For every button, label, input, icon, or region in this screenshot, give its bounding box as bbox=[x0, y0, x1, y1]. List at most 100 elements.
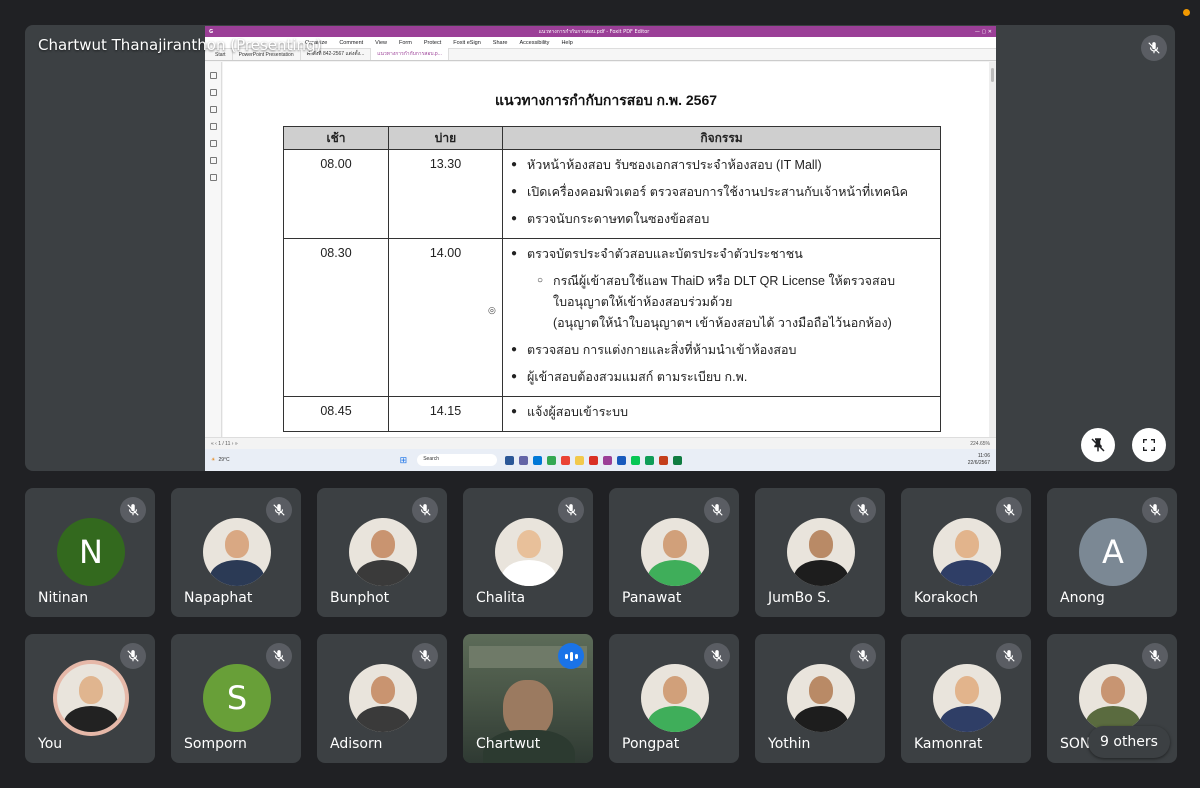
participant-tile[interactable]: Kamonrat bbox=[901, 634, 1031, 763]
page-nav-icon: « ‹ bbox=[211, 440, 219, 447]
weather-icon: ☀ bbox=[211, 457, 216, 463]
participant-name: Napaphat bbox=[184, 590, 253, 606]
participant-tile[interactable]: JumBo S. bbox=[755, 488, 885, 617]
participant-name: Somporn bbox=[184, 736, 247, 752]
menu-item: Accessibility bbox=[519, 39, 550, 46]
activity-cell: หัวหน้าห้องสอบ รับซองเอกสารประจำห้องสอบ … bbox=[502, 149, 941, 239]
shared-screen: G แนวทางการกำกับการสอบ.pdf - Foxit PDF E… bbox=[205, 26, 996, 471]
presenter-mic-muted-icon bbox=[1141, 35, 1167, 61]
menu-item: Form bbox=[399, 39, 412, 46]
participant-name: Nitinan bbox=[38, 590, 89, 606]
app-icon bbox=[617, 455, 627, 465]
mic-muted-icon bbox=[704, 497, 730, 523]
attachment-icon bbox=[209, 123, 217, 130]
doc-tab-active: แนวทางการกำกับการสอบ.p... bbox=[371, 48, 449, 60]
participant-name: Yothin bbox=[768, 736, 811, 752]
app-icon bbox=[659, 455, 669, 465]
participant-tile[interactable]: Bunphot bbox=[317, 488, 447, 617]
mic-muted-icon bbox=[558, 497, 584, 523]
activity-item: ตรวจสอบ การแต่งกายและสิ่งที่ห้ามนำเข้าห้… bbox=[511, 342, 940, 358]
table-row: 08.45 14.15 แจ้งผู้สอบเข้าระบบ bbox=[283, 396, 941, 432]
unpin-icon bbox=[1091, 438, 1105, 452]
unpin-button[interactable] bbox=[1081, 428, 1115, 462]
page-nav-icon: › » bbox=[230, 440, 238, 447]
fullscreen-button[interactable] bbox=[1132, 428, 1166, 462]
participant-tile[interactable]: Chartwut bbox=[463, 634, 593, 763]
others-button[interactable]: 9 others bbox=[1088, 726, 1170, 758]
scroll-thumb bbox=[991, 68, 994, 82]
menu-item: Comment bbox=[339, 39, 364, 46]
avatar: A bbox=[1079, 518, 1147, 586]
mic-muted-icon bbox=[996, 643, 1022, 669]
participant-tile[interactable]: Pongpat bbox=[609, 634, 739, 763]
weather-temp: 29°C bbox=[218, 457, 230, 463]
mic-muted-icon bbox=[1142, 497, 1168, 523]
presentation-tile[interactable]: Chartwut Thanajiranthon (Presenting) G แ… bbox=[25, 25, 1175, 471]
clock-time: 11:06 bbox=[977, 453, 990, 459]
mic-muted-icon bbox=[1142, 643, 1168, 669]
participant-name: Bunphot bbox=[330, 590, 390, 606]
presenter-name: Chartwut Thanajiranthon (Presenting) bbox=[38, 36, 322, 54]
participant-tile[interactable]: You bbox=[25, 634, 155, 763]
participant-name: Chartwut bbox=[476, 736, 541, 752]
participant-name: Panawat bbox=[622, 590, 682, 606]
menu-item: Protect bbox=[423, 39, 442, 46]
activity-item: หัวหน้าห้องสอบ รับซองเอกสารประจำห้องสอบ … bbox=[511, 157, 940, 173]
participant-tile[interactable]: Adisorn bbox=[317, 634, 447, 763]
avatar bbox=[349, 664, 417, 732]
recording-indicator bbox=[1183, 9, 1190, 16]
table-row: 08.00 13.30 หัวหน้าห้องสอบ รับซองเอกสารป… bbox=[283, 149, 941, 239]
menu-item: View bbox=[375, 39, 387, 46]
app-icon bbox=[561, 455, 571, 465]
participant-tile[interactable]: Napaphat bbox=[171, 488, 301, 617]
page-indicator: 1 / 11 bbox=[218, 440, 231, 447]
pages-icon bbox=[209, 89, 217, 96]
avatar bbox=[57, 664, 125, 732]
mic-muted-icon bbox=[996, 497, 1022, 523]
participant-tile[interactable]: Yothin bbox=[755, 634, 885, 763]
avatar bbox=[933, 518, 1001, 586]
avatar bbox=[933, 664, 1001, 732]
app-icon bbox=[603, 455, 613, 465]
column-header: กิจกรรม bbox=[502, 126, 941, 150]
avatar bbox=[787, 518, 855, 586]
participant-tile[interactable]: N Nitinan bbox=[25, 488, 155, 617]
app-icon bbox=[589, 455, 599, 465]
activity-subitem-continued: ใบอนุญาตให้เข้าห้องสอบร่วมด้วย bbox=[553, 295, 733, 309]
document-title: แนวทางการกำกับการสอบ ก.พ. 2567 bbox=[494, 92, 718, 108]
pdf-page: แนวทางการกำกับการสอบ ก.พ. 2567 เช้า บ่าย… bbox=[223, 62, 989, 437]
app-icon bbox=[533, 455, 543, 465]
participant-tile[interactable]: A Anong bbox=[1047, 488, 1177, 617]
app-icon bbox=[631, 455, 641, 465]
taskbar-clock: 11:06 22/6/2567 bbox=[968, 453, 990, 467]
participant-tile[interactable]: Panawat bbox=[609, 488, 739, 617]
avatar bbox=[641, 518, 709, 586]
morning-time: 08.45 bbox=[283, 396, 389, 432]
activity-subitem: กรณีผู้เข้าสอบใช้แอพ ThaiD หรือ DLT QR L… bbox=[511, 273, 940, 289]
mic-muted-icon bbox=[266, 497, 292, 523]
participant-name: Adisorn bbox=[330, 736, 383, 752]
pdf-statusbar: « ‹ 1 / 11 › » 224.65% bbox=[205, 437, 996, 449]
participant-name: Pongpat bbox=[622, 736, 680, 752]
mic-muted-icon bbox=[120, 497, 146, 523]
app-icon bbox=[575, 455, 585, 465]
mic-muted-icon bbox=[850, 643, 876, 669]
windows-start-icon: ⊞ bbox=[399, 454, 408, 465]
activity-item: ผู้เข้าสอบต้องสวมแมสก์ ตามระเบียบ ก.พ. bbox=[511, 369, 940, 385]
app-icon bbox=[547, 455, 557, 465]
avatar bbox=[349, 518, 417, 586]
clock-date: 22/6/2567 bbox=[967, 460, 990, 466]
activity-item: เปิดเครื่องคอมพิวเตอร์ ตรวจสอบการใช้งานป… bbox=[511, 184, 940, 200]
activity-item: ตรวจบัตรประจำตัวสอบและบัตรประจำตัวประชาช… bbox=[511, 246, 940, 262]
participant-name: Chalita bbox=[476, 590, 526, 606]
activity-cell: ตรวจบัตรประจำตัวสอบและบัตรประจำตัวประชาช… bbox=[502, 238, 941, 397]
participant-tile[interactable]: Chalita bbox=[463, 488, 593, 617]
pdf-tabs: Start PowerPoint Presentation คำสั่งที่ … bbox=[205, 48, 996, 61]
participant-tile[interactable]: Korakoch bbox=[901, 488, 1031, 617]
speaking-indicator-icon bbox=[558, 643, 584, 669]
participant-tile[interactable]: S Somporn bbox=[171, 634, 301, 763]
avatar bbox=[641, 664, 709, 732]
app-icon bbox=[673, 455, 683, 465]
participant-name: You bbox=[38, 736, 63, 752]
layers-icon bbox=[209, 106, 217, 113]
